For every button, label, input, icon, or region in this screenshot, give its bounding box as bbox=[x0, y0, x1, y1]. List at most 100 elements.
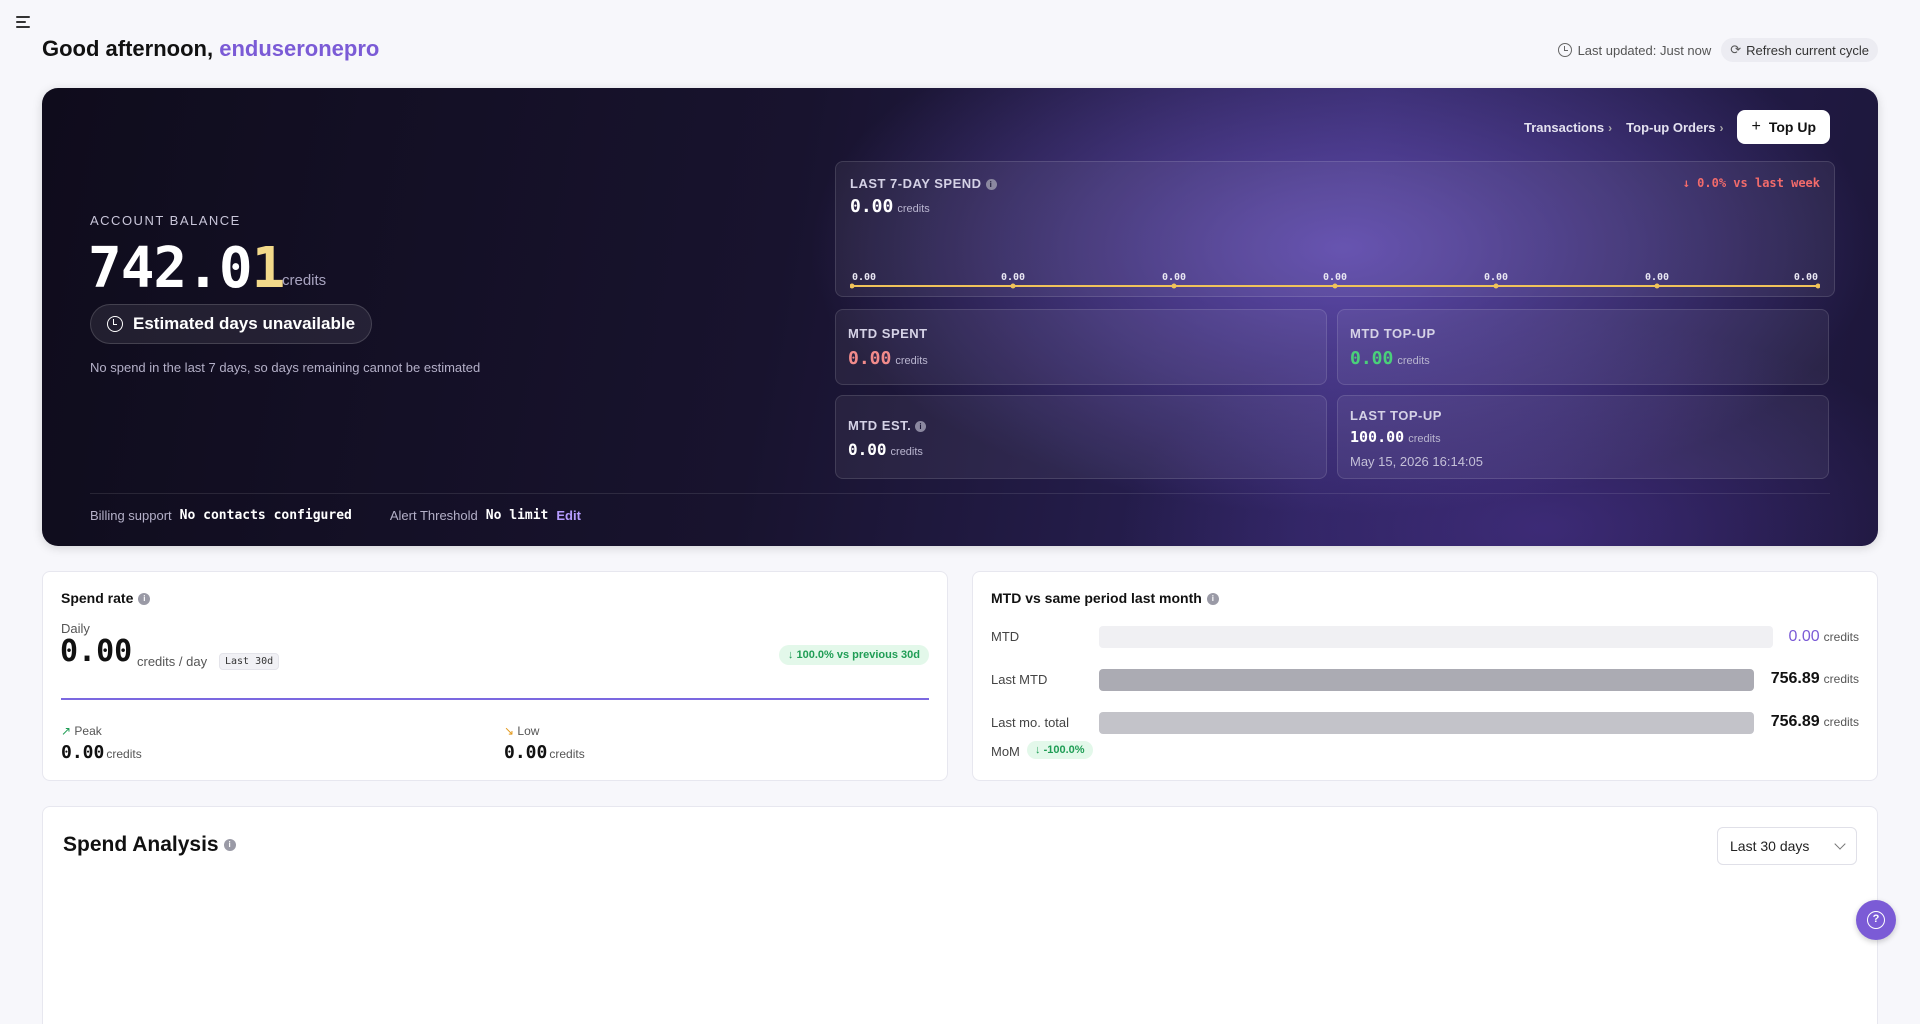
mtd-spent-value-row: 0.00 credits bbox=[848, 348, 928, 369]
sparkline-point bbox=[1493, 283, 1499, 289]
mtd-row-label: MTD bbox=[991, 629, 1020, 644]
spend-analysis-title: Spend Analysis i bbox=[63, 833, 236, 857]
hero-actions: Transactions › Top-up Orders › + Top Up bbox=[1524, 110, 1830, 144]
last-mtd-value: 756.89 bbox=[1770, 670, 1820, 687]
question-icon: ? bbox=[1867, 911, 1885, 929]
mtd-est-title: MTD EST. bbox=[848, 418, 912, 433]
mtd-unit: credits bbox=[1823, 630, 1859, 644]
seven-day-spend-unit: credits bbox=[897, 203, 930, 215]
seven-day-trend: ↓ 0.0% vs last week bbox=[1682, 176, 1820, 190]
last-topup-timestamp: May 15, 2026 16:14:05 bbox=[1350, 454, 1483, 469]
info-icon[interactable]: i bbox=[985, 179, 997, 191]
mtd-est-panel: MTD EST. i 0.00 credits bbox=[835, 395, 1327, 479]
username: enduseronepro bbox=[219, 36, 380, 61]
last-topup-label: LAST TOP-UP bbox=[1350, 408, 1442, 423]
mtd-spent-value: 0.00 bbox=[848, 348, 892, 369]
mom-badge: ↓ -100.0% bbox=[1027, 741, 1093, 759]
balance-unit: credits bbox=[282, 272, 327, 289]
spend-analysis-title-text: Spend Analysis bbox=[63, 833, 219, 856]
mom-value: -100.0% bbox=[1043, 744, 1085, 756]
last-topup-value-row: 100.00 credits bbox=[1350, 428, 1441, 447]
sparkline-point bbox=[1171, 283, 1177, 289]
plus-icon: + bbox=[1751, 118, 1761, 135]
refresh-icon: ⟳ bbox=[1730, 42, 1742, 57]
date-range-value: Last 30 days bbox=[1730, 838, 1810, 854]
sparkline-point bbox=[850, 283, 855, 289]
low-label-row: ↘ Low bbox=[504, 724, 539, 738]
last-mtd-unit: credits bbox=[1823, 672, 1859, 686]
clock-icon bbox=[107, 316, 123, 332]
last-month-total-value: 756.89 bbox=[1770, 713, 1820, 730]
divider bbox=[90, 493, 1830, 494]
spend-rate-title-text: Spend rate bbox=[61, 590, 134, 606]
low-value: 0.00 bbox=[504, 742, 548, 763]
chevron-right-icon: › bbox=[1608, 120, 1613, 135]
refresh-button[interactable]: ⟳ Refresh current cycle bbox=[1721, 38, 1878, 62]
chevron-right-icon: › bbox=[1719, 120, 1724, 135]
peak-value: 0.00 bbox=[61, 742, 105, 763]
peak-unit: credits bbox=[106, 747, 142, 761]
last-mtd-bar bbox=[1099, 669, 1754, 691]
last-topup-unit: credits bbox=[1408, 433, 1441, 445]
mtd-topup-value: 0.00 bbox=[1350, 348, 1394, 369]
mtd-est-label: MTD EST. i bbox=[848, 418, 927, 433]
mtd-topup-panel: MTD TOP-UP 0.00 credits bbox=[1337, 309, 1829, 385]
sparkline-data-label: 0.00 bbox=[1162, 272, 1186, 283]
date-range-select[interactable]: Last 30 days bbox=[1717, 827, 1857, 865]
menu-icon[interactable] bbox=[16, 16, 30, 28]
seven-day-spend-panel: LAST 7-DAY SPEND i 0.00 credits ↓ 0.0% vs … bbox=[835, 161, 1835, 297]
rate-change-text: 100.0% vs previous 30d bbox=[796, 649, 920, 661]
low-value-row: 0.00 credits bbox=[504, 742, 585, 763]
seven-day-spend-label: LAST 7-DAY SPEND i bbox=[850, 176, 997, 191]
daily-rate-unit: credits / day bbox=[137, 654, 208, 669]
mtd-compare-card: MTD vs same period last month i MTD 0.00 c… bbox=[972, 571, 1878, 781]
alert-threshold-label: Alert Threshold bbox=[389, 508, 478, 523]
sparkline-point bbox=[1654, 283, 1660, 289]
topup-orders-link[interactable]: Top-up Orders › bbox=[1626, 120, 1723, 135]
trend-down-icon: ↘ bbox=[504, 724, 518, 738]
last-month-total-row-value: 756.89 credits bbox=[1771, 713, 1859, 731]
mtd-value: 0.00 bbox=[1788, 628, 1820, 645]
help-button[interactable]: ? bbox=[1856, 900, 1896, 940]
sparkline-point bbox=[1815, 283, 1820, 289]
rate-change-badge: ↓ 100.0% vs previous 30d bbox=[778, 645, 929, 665]
mom-label: MoM bbox=[991, 744, 1020, 759]
last-topup-value: 100.00 bbox=[1350, 428, 1405, 446]
rate-trend-line bbox=[61, 698, 929, 700]
mtd-est-unit: credits bbox=[890, 446, 923, 458]
info-icon[interactable]: i bbox=[1206, 593, 1219, 606]
mtd-topup-value-row: 0.00 credits bbox=[1350, 348, 1430, 369]
spend-analysis-card: Spend Analysis i Last 30 days bbox=[42, 806, 1878, 1024]
mtd-bar-track bbox=[1099, 626, 1773, 648]
balance-hero: ACCOUNT BALANCE 742.01 credits Estimated… bbox=[42, 88, 1878, 546]
sparkline-data-label: 0.00 bbox=[1484, 272, 1508, 283]
daily-rate-value: 0.00 bbox=[60, 634, 133, 669]
billing-support-value: No contacts configured bbox=[179, 508, 352, 523]
last-month-total-unit: credits bbox=[1823, 715, 1859, 729]
topup-orders-label: Top-up Orders bbox=[1626, 119, 1716, 135]
estimated-days-pill: Estimated days unavailable bbox=[90, 304, 373, 344]
arrow-down-icon: ↓ bbox=[1035, 744, 1044, 756]
top-up-button[interactable]: + Top Up bbox=[1737, 110, 1830, 144]
mtd-est-value: 0.00 bbox=[848, 440, 887, 459]
seven-day-sparkline: 0.00 0.00 0.00 0.00 0.00 0.00 0.00 bbox=[850, 272, 1820, 289]
estimated-days-text: Estimated days unavailable bbox=[133, 314, 356, 333]
mtd-topup-unit: credits bbox=[1397, 355, 1430, 367]
sparkline-point bbox=[1332, 283, 1338, 289]
mtd-spent-label: MTD SPENT bbox=[848, 326, 928, 341]
edit-threshold-link[interactable]: Edit bbox=[556, 508, 581, 523]
sparkline-data-label: 0.00 bbox=[1794, 272, 1818, 283]
top-up-label: Top Up bbox=[1768, 119, 1816, 135]
last-mtd-row-value: 756.89 credits bbox=[1771, 670, 1859, 688]
page-greeting: Good afternoon, enduseronepro bbox=[42, 36, 379, 62]
last-month-total-bar bbox=[1099, 712, 1754, 734]
transactions-label: Transactions bbox=[1523, 119, 1605, 135]
low-unit: credits bbox=[549, 747, 585, 761]
clock-icon bbox=[1557, 43, 1572, 57]
info-icon[interactable]: i bbox=[223, 839, 236, 852]
transactions-link[interactable]: Transactions › bbox=[1524, 120, 1612, 135]
info-icon[interactable]: i bbox=[138, 593, 151, 606]
sparkline-data-label: 0.00 bbox=[1645, 272, 1669, 283]
alert-threshold-value: No limit bbox=[485, 508, 549, 523]
info-icon[interactable]: i bbox=[915, 421, 927, 433]
